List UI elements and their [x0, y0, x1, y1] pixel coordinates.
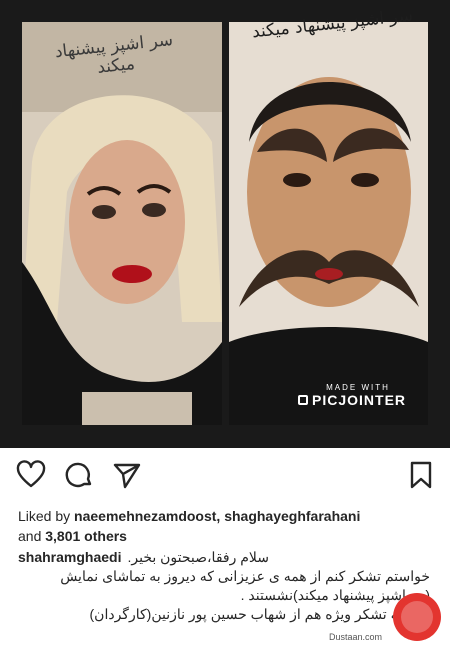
dustaan-logo	[388, 592, 446, 642]
likes-prefix: Liked by	[18, 508, 71, 524]
bookmark-icon[interactable]	[406, 460, 436, 490]
post-caption: shahramghaedi سلام رفقا،صبحتون بخیر. خوا…	[18, 548, 430, 624]
picjointer-watermark: MADE WITH PICJOINTER	[298, 383, 418, 408]
watermark-brand-text: PICJOINTER	[312, 392, 407, 408]
caption-line-4: البته به تشکر ویژه هم از شهاب حسین پور ن…	[89, 606, 430, 622]
likes-others-count[interactable]: 3,801 others	[45, 528, 127, 544]
dustaan-site-text: Dustaan.com	[329, 632, 383, 642]
caption-username[interactable]: shahramghaedi	[18, 548, 121, 567]
liked-by-users[interactable]: naeemehnezamdoost, shaghayeghfarahani	[74, 508, 360, 524]
caption-line-3: (سراشپز پیشنهاد میکند)نشستند .	[240, 587, 430, 603]
post-media[interactable]: سر اشپز پیشنهاد میکند سر اشپز پیشنهاد می…	[0, 0, 450, 448]
send-icon[interactable]	[112, 460, 142, 490]
caption-line-2: خواستم تشکر کنم از همه ی عزیزانی که دیرو…	[60, 568, 430, 584]
caption-line-1: سلام رفقا،صبحتون بخیر.	[127, 549, 269, 565]
likes-and: and	[18, 528, 42, 544]
post-actions-bar	[0, 460, 450, 496]
heart-icon[interactable]	[16, 460, 46, 490]
watermark-brand: PICJOINTER	[298, 392, 418, 408]
picjointer-logo-icon	[298, 395, 308, 405]
watermark-made-with: MADE WITH	[326, 383, 390, 392]
likes-summary: Liked by naeemehnezamdoost, shaghayeghfa…	[18, 506, 438, 546]
comment-icon[interactable]	[64, 460, 94, 490]
photo-right-character	[229, 22, 428, 425]
